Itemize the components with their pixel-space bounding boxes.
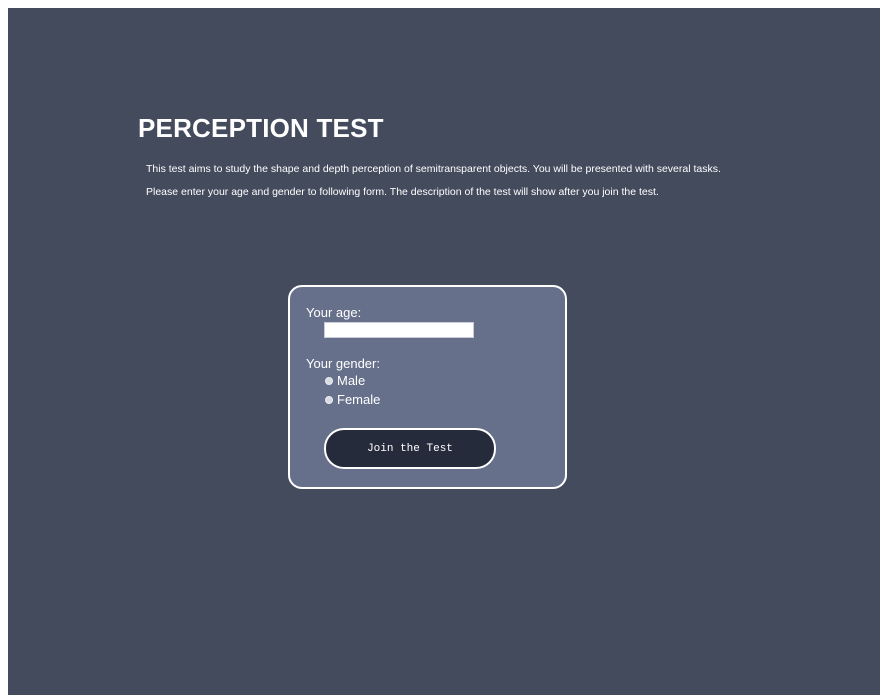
- join-test-button[interactable]: Join the Test: [324, 428, 496, 469]
- description-line-2: Please enter your age and gender to foll…: [146, 186, 659, 198]
- male-radio-button[interactable]: [325, 376, 333, 385]
- female-radio-button[interactable]: [325, 395, 333, 404]
- page-background: PERCEPTION TEST This test aims to study …: [8, 8, 880, 695]
- male-radio-label[interactable]: Male: [337, 373, 365, 388]
- age-label: Your age:: [306, 305, 362, 320]
- page-title: PERCEPTION TEST: [138, 113, 384, 143]
- female-radio-label[interactable]: Female: [337, 392, 380, 407]
- join-form: Your age: Your gender: Male Female Join …: [288, 285, 567, 489]
- age-input[interactable]: [324, 322, 474, 338]
- gender-label: Your gender:: [306, 356, 380, 371]
- gender-option-male[interactable]: Male: [325, 373, 365, 388]
- gender-option-female[interactable]: Female: [325, 392, 380, 407]
- description-line-1: This test aims to study the shape and de…: [146, 163, 721, 175]
